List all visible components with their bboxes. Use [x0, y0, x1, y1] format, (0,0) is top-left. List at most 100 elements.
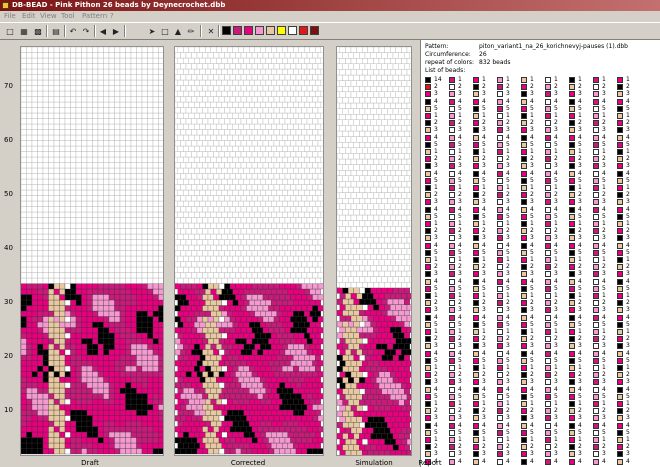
bead-cell: [232, 112, 239, 119]
simulated-bead: [381, 198, 388, 204]
new-file-icon[interactable]: □: [4, 25, 16, 37]
menu-edit[interactable]: Edit: [22, 12, 36, 20]
bead-cell: [53, 415, 60, 422]
bead-cell: [317, 162, 323, 169]
redo-icon[interactable]: ↷: [80, 25, 92, 37]
bead-cell: [213, 250, 220, 257]
bead-cell: [21, 162, 27, 169]
bead-cell: [64, 206, 71, 213]
bead-cell: [205, 47, 211, 53]
bead-cell: [282, 211, 288, 218]
menu-tool[interactable]: Tool: [61, 12, 75, 20]
bead-cell: [282, 167, 288, 174]
select-rect-icon[interactable]: □: [159, 25, 171, 37]
bead-cell: [70, 173, 77, 180]
bead-cell: [48, 200, 55, 207]
menu-file[interactable]: File: [4, 12, 16, 20]
palette-swatch[interactable]: [277, 26, 286, 35]
close-icon[interactable]: ✕: [205, 25, 217, 37]
bead-cell: [196, 217, 203, 224]
bead-cell: [158, 387, 163, 394]
bead-cell: [48, 195, 55, 202]
simulated-bead: [392, 86, 399, 92]
bead-cell: [75, 261, 82, 268]
menu-view[interactable]: View: [40, 12, 57, 20]
bead-cell: [183, 178, 189, 185]
undo-icon[interactable]: ↶: [67, 25, 79, 37]
palette-swatch[interactable]: [255, 26, 264, 35]
bead-cell: [202, 217, 209, 224]
bead-cell: [238, 387, 244, 394]
bead-cell: [175, 162, 181, 169]
bead-cell: [53, 47, 60, 53]
open-folder-icon[interactable]: ▦: [18, 25, 30, 37]
corrected-grid[interactable]: [174, 46, 324, 456]
bead-cell: [59, 74, 66, 81]
bead-cell: [70, 85, 77, 92]
palette-swatch[interactable]: [266, 26, 275, 35]
bead-cell: [304, 321, 310, 328]
print-icon[interactable]: ▤: [50, 25, 62, 37]
bead-cell: [238, 255, 244, 262]
palette-swatch[interactable]: [244, 26, 253, 35]
bead-cell: [301, 206, 308, 213]
bead-count: 4: [434, 133, 438, 141]
palette-swatch[interactable]: [310, 26, 319, 35]
bead-cell: [130, 184, 137, 191]
bead-cell: [64, 255, 71, 262]
arrow-right-icon[interactable]: ▶: [110, 25, 122, 37]
simulated-bead: [348, 242, 354, 249]
bead-cell: [119, 112, 126, 119]
simulated-bead: [392, 198, 399, 204]
bead-cell: [273, 63, 280, 70]
draft-grid[interactable]: [20, 46, 164, 456]
simulated-bead: [350, 58, 357, 64]
bead-cell: [59, 431, 66, 438]
bead-cell: [75, 233, 82, 240]
bead-cell: [183, 299, 189, 306]
bead-cell: [199, 365, 206, 372]
simulated-bead: [337, 209, 343, 216]
bead-cell: [213, 393, 220, 400]
pipette-icon[interactable]: ✏: [185, 25, 197, 37]
bead-cell: [243, 123, 250, 130]
simulated-bead: [373, 158, 380, 165]
simulation-view[interactable]: [336, 46, 412, 456]
bead-cell: [216, 200, 222, 207]
simulated-bead: [398, 97, 405, 104]
bead-cell: [59, 123, 66, 130]
save-icon[interactable]: ▩: [32, 25, 44, 37]
bead-cell: [227, 167, 233, 174]
bead-cell: [229, 426, 236, 433]
bead-color-swatch: [425, 278, 431, 285]
fill-icon[interactable]: ▲: [172, 25, 184, 37]
bead-cell: [202, 283, 209, 290]
bead-cell: [119, 277, 126, 284]
simulated-bead: [398, 175, 405, 182]
palette-swatch[interactable]: [233, 26, 242, 35]
arrow-left-icon[interactable]: ◀: [97, 25, 109, 37]
bead-cell: [273, 228, 280, 235]
bead-cell: [309, 233, 316, 240]
simulated-bead: [395, 438, 402, 445]
palette-swatch[interactable]: [299, 26, 308, 35]
menu-help[interactable]: ?: [110, 12, 114, 20]
bead-cell: [207, 426, 214, 433]
palette-swatch[interactable]: [288, 26, 297, 35]
bead-cell: [243, 233, 250, 240]
bead-cell: [108, 79, 115, 86]
simulated-bead: [406, 125, 411, 132]
palette-swatch[interactable]: [222, 26, 231, 35]
bead-cell: [147, 63, 154, 70]
simulated-bead: [401, 214, 408, 221]
bead-cell: [265, 442, 272, 449]
bead-cell: [202, 107, 209, 114]
bead-cell: [295, 272, 302, 279]
menu-pattern[interactable]: Pattern: [82, 12, 107, 20]
bead-cell: [317, 349, 323, 356]
bead-cell: [152, 255, 159, 262]
bead-cell: [185, 107, 192, 114]
pointer-icon[interactable]: ➤: [146, 25, 158, 37]
simulated-bead: [364, 310, 371, 316]
bead-cell: [37, 365, 44, 372]
